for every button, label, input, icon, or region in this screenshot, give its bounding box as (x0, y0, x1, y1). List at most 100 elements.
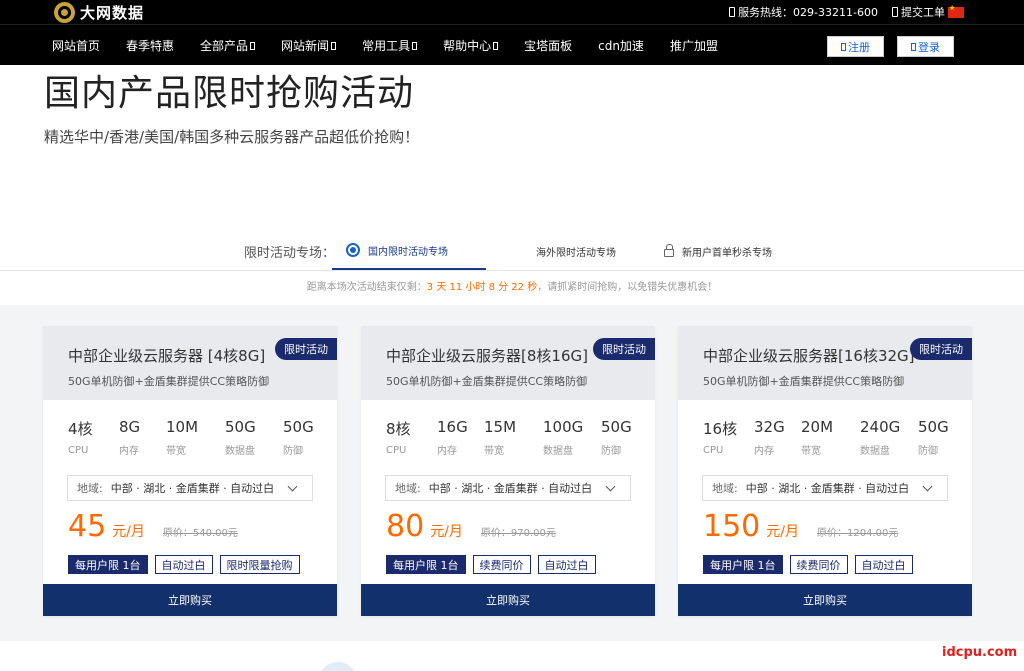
spec-value: 16G (437, 418, 468, 436)
nav-item-label: 常用工具 (362, 39, 411, 53)
nav-item[interactable]: 宝塔面板 (524, 37, 572, 54)
hotline: 服务热线：029-33211-600 (729, 4, 878, 20)
spec-item: 10M 带宽 (166, 418, 198, 457)
nav-item[interactable]: 全部产品 (200, 37, 256, 54)
region-value: 中部 · 湖北 · 金盾集群 · 自动过白 (428, 482, 593, 495)
spec-value: 50G (225, 418, 256, 436)
spec-value: 50G (918, 418, 949, 436)
nav-item[interactable]: 春季特惠 (126, 37, 174, 54)
spec-label: 内存 (437, 446, 457, 457)
dropdown-icon (250, 41, 256, 50)
countdown-prefix: 距离本场次活动结束仅剩： (306, 282, 427, 293)
tab-overseas[interactable]: 海外限时活动专场 (536, 232, 616, 270)
nav-item[interactable]: 网站新闻 (281, 37, 337, 54)
nav-item[interactable]: 网站首页 (52, 37, 100, 54)
phone-icon (729, 7, 736, 17)
spec-value: 32G (754, 418, 785, 436)
tag-list: 每用户限 1台 续费同价 自动过白 (386, 555, 596, 574)
nav-item[interactable]: cdn加速 (598, 37, 644, 54)
spec-label: CPU (68, 445, 89, 456)
spec-value: 8核 (386, 420, 411, 438)
spec-value: 50G (283, 418, 314, 436)
target-icon (346, 243, 360, 257)
spec-item: 100G 数据盘 (543, 418, 583, 457)
site-logo[interactable]: 大网数据 (54, 1, 144, 23)
card-title: 中部企业级云服务器[16核32G] (703, 347, 915, 365)
buy-now-button[interactable]: 立即购买 (43, 584, 337, 616)
spec-label: 数据盘 (225, 446, 255, 457)
original-price: 原价：1204.00元 (816, 528, 899, 539)
original-price: 原价：540.00元 (162, 528, 238, 539)
spec-label: 带宽 (484, 446, 504, 457)
page-subtitle: 精选华中/香港/美国/韩国多种云服务器产品超低价抢购！ (44, 128, 420, 146)
nav-item-label: 推广加盟 (669, 39, 718, 53)
region-value: 中部 · 湖北 · 金盾集群 · 自动过白 (745, 482, 910, 495)
product-card: 中部企业级云服务器[16核32G] 50G单机防御+金盾集群提供CC策略防御 限… (678, 326, 972, 616)
tabs-divider (0, 270, 1024, 271)
spec-item: 16核 CPU (703, 418, 737, 456)
spec-value: 15M (484, 418, 517, 436)
nav-item-label: 春季特惠 (126, 39, 175, 53)
spec-label: 防御 (601, 446, 621, 457)
nav-item-label: 全部产品 (200, 39, 249, 53)
login-icon (911, 42, 916, 51)
spec-value: 100G (543, 418, 584, 436)
spec-item: 15M 带宽 (484, 418, 516, 457)
tab-domestic[interactable]: 国内限时活动专场 (332, 232, 486, 270)
register-button[interactable]: 注册 (827, 36, 884, 57)
promo-badge: 限时活动 (593, 338, 655, 360)
tab-new-user[interactable]: 新用户首单秒杀专场 (664, 232, 772, 270)
dropdown-icon (412, 41, 418, 50)
spec-item: 8核 CPU (386, 418, 411, 456)
region-select[interactable]: 地域: 中部 · 湖北 · 金盾集群 · 自动过白 (67, 475, 313, 501)
spec-label: CPU (386, 445, 407, 456)
spec-label: 带宽 (801, 446, 821, 457)
spec-item: 50G 数据盘 (225, 418, 256, 457)
feature-tag: 续费同价 (789, 555, 848, 574)
spec-item: 50G 防御 (918, 418, 949, 457)
feature-tag: 续费同价 (472, 555, 531, 574)
spec-item: 8G 内存 (119, 418, 140, 457)
feature-tag: 限时限量抢购 (219, 555, 300, 574)
nav-item-label: 帮助中心 (443, 39, 492, 53)
original-price: 原价：970.00元 (480, 528, 556, 539)
buy-now-button[interactable]: 立即购买 (361, 584, 655, 616)
spec-label: 防御 (283, 446, 303, 457)
feature-tag: 每用户限 1台 (68, 555, 148, 574)
nav-item[interactable]: 推广加盟 (670, 37, 718, 54)
countdown-timer: 3 天 11 小时 8 分 22 秒 (426, 282, 538, 293)
login-button[interactable]: 登录 (897, 36, 954, 57)
spec-list: 8核 CPU 16G 内存 15M 带宽 100G 数据盘 50G 防御 (386, 418, 638, 458)
dropdown-icon (493, 41, 499, 50)
price-value: 150 (703, 509, 761, 544)
price: 45 元/月 原价：540.00元 (68, 509, 238, 545)
spec-label: CPU (703, 445, 724, 456)
product-card: 中部企业级云服务器[8核16G] 50G单机防御+金盾集群提供CC策略防御 限时… (361, 326, 655, 616)
chevron-down-icon (605, 481, 616, 492)
main-navbar: 网站首页 春季特惠 全部产品 网站新闻 常用工具 帮助中心 宝塔面板 cdn加速 推广加盟 注册… (0, 24, 1024, 65)
feature-tag: 自动过白 (537, 555, 596, 574)
spec-item: 4核 CPU (68, 418, 93, 456)
logo-text: 大网数据 (80, 3, 145, 22)
nav-item[interactable]: 帮助中心 (443, 37, 499, 54)
promo-badge: 限时活动 (910, 338, 972, 360)
card-description: 50G单机防御+金盾集群提供CC策略防御 (703, 375, 905, 388)
tab-label: 国内限时活动专场 (368, 246, 448, 258)
price: 80 元/月 原价：970.00元 (386, 509, 556, 545)
china-flag-icon[interactable] (948, 4, 964, 18)
card-description: 50G单机防御+金盾集群提供CC策略防御 (386, 375, 588, 388)
product-card: 中部企业级云服务器 [4核8G] 50G单机防御+金盾集群提供CC策略防御 限时… (43, 326, 337, 616)
nav-item[interactable]: 常用工具 (362, 37, 418, 54)
tag-list: 每用户限 1台 自动过白 限时限量抢购 (68, 555, 300, 574)
region-select[interactable]: 地域: 中部 · 湖北 · 金盾集群 · 自动过白 (385, 475, 631, 501)
price-unit: 元/月 (430, 524, 463, 540)
region-select[interactable]: 地域: 中部 · 湖北 · 金盾集群 · 自动过白 (702, 475, 948, 501)
spec-label: 数据盘 (860, 446, 890, 457)
main-nav: 网站首页 春季特惠 全部产品 网站新闻 常用工具 帮助中心 宝塔面板 cdn加速 推广加盟 (52, 25, 744, 66)
submit-ticket-link[interactable]: 提交工单 (892, 4, 964, 20)
spec-label: 内存 (119, 446, 139, 457)
dropdown-icon (331, 41, 337, 50)
top-links: 服务热线：029-33211-600 提交工单 (729, 0, 964, 24)
buy-now-button[interactable]: 立即购买 (678, 584, 972, 616)
spec-item: 32G 内存 (754, 418, 785, 457)
